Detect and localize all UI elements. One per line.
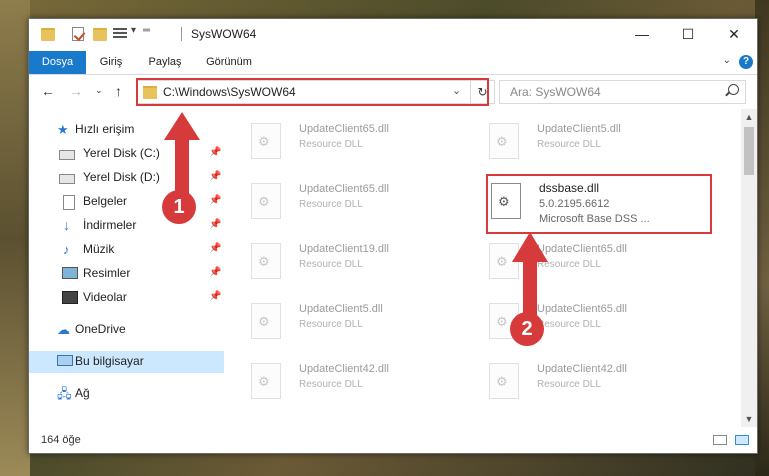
annotation-arrows — [164, 112, 548, 320]
step-1-badge: 1 — [162, 190, 196, 224]
step-2-badge: 2 — [510, 312, 544, 346]
arrow-2 — [512, 232, 548, 320]
arrow-1 — [164, 112, 200, 196]
